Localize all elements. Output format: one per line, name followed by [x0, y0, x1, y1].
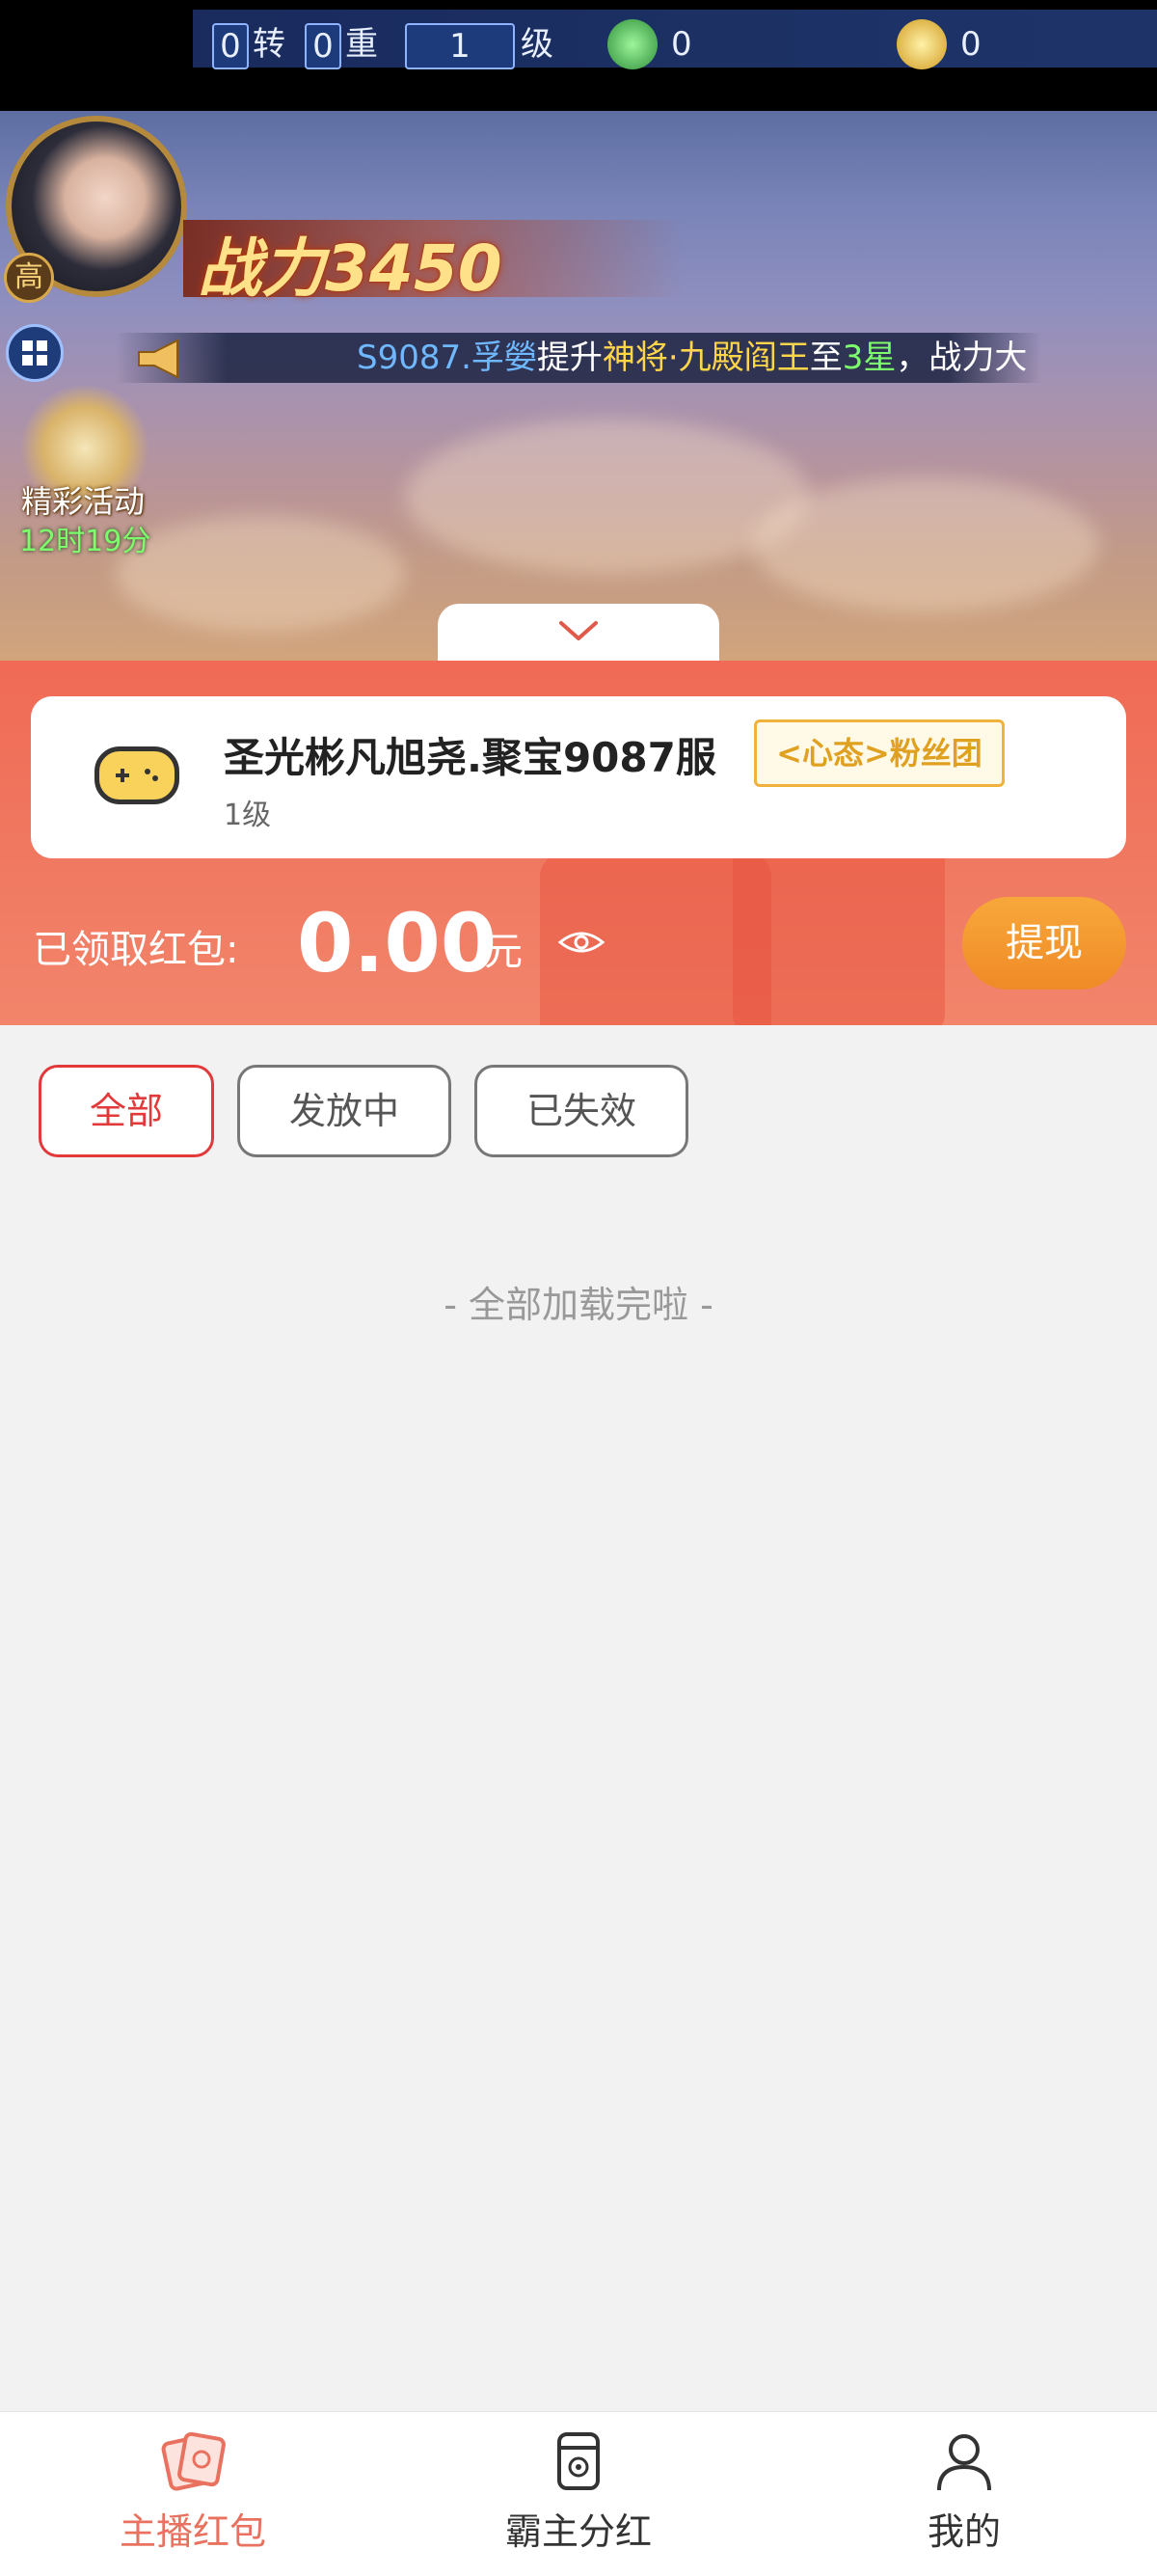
jade-count: 0 — [671, 25, 692, 64]
marquee-text: S9087.孚嫈提升神将·九殿阎王至3星，战力大 — [357, 333, 1027, 383]
nav-label-mine: 我的 — [927, 2510, 1001, 2553]
marquee-tail: ，战力大 — [896, 339, 1028, 377]
gamepad-icon — [94, 746, 179, 804]
gold-count: 0 — [960, 25, 982, 64]
received-amount: 0.00 — [297, 896, 498, 990]
rank-badge: 高 — [4, 253, 54, 303]
nav-item-dividend[interactable]: 霸主分红 — [434, 2430, 723, 2555]
marquee-stars: 3星 — [842, 339, 897, 377]
nav-label-dividend: 霸主分红 — [504, 2510, 652, 2553]
activity-label[interactable]: 精彩活动 — [21, 477, 145, 522]
marquee-item: 神将·九殿阎王 — [602, 339, 810, 377]
tab-expired[interactable]: 已失效 — [474, 1065, 688, 1157]
user-icon — [937, 2434, 991, 2491]
rebirth-label: 转 — [253, 25, 285, 64]
withdraw-button[interactable]: 提现 — [962, 897, 1126, 990]
nav-item-mine[interactable]: 我的 — [820, 2430, 1109, 2555]
marquee-server: S9087. — [357, 339, 471, 377]
megaphone-icon — [138, 339, 178, 379]
gold-ingot-icon[interactable] — [897, 19, 947, 69]
marquee-player: 孚嫈 — [471, 339, 537, 377]
currency-unit: 元 — [484, 930, 523, 974]
red-packet-icon — [161, 2431, 226, 2491]
server-level: 1级 — [224, 799, 272, 832]
marquee-to: 至 — [809, 339, 843, 377]
combat-power: 战力3450 — [198, 231, 502, 306]
server-name: 圣光彬凡旭尧.聚宝9087服 — [224, 734, 716, 781]
cloud-decoration — [116, 516, 405, 632]
cloud-decoration — [405, 420, 810, 574]
cloud-decoration — [752, 477, 1099, 612]
grid-icon — [22, 340, 47, 366]
marquee-action: 提升 — [536, 339, 603, 377]
nav-item-red-packet[interactable]: 主播红包 — [48, 2430, 337, 2555]
tab-issuing[interactable]: 发放中 — [237, 1065, 451, 1157]
received-label: 已领取红包: — [33, 928, 239, 972]
tab-all[interactable]: 全部 — [39, 1065, 214, 1157]
gamepad-glyph — [116, 769, 158, 782]
collapse-toggle[interactable] — [438, 604, 719, 664]
eye-icon[interactable] — [557, 928, 605, 957]
list-end-text: - 全部加载完啦 - — [444, 1284, 713, 1326]
jade-currency-icon[interactable] — [607, 19, 658, 69]
eye-glyph — [557, 932, 605, 953]
grid-menu-button[interactable] — [6, 324, 64, 382]
level-value: 1 — [405, 23, 515, 69]
chevron-down-icon — [559, 621, 598, 640]
stage-label: 重 — [345, 25, 378, 64]
fan-group-tag[interactable]: <心态>粉丝团 — [754, 719, 1005, 787]
level-label: 级 — [521, 25, 553, 64]
nav-label-red-packet: 主播红包 — [119, 2510, 266, 2553]
stage-count: 0 — [305, 23, 341, 69]
game-hud-bar: 0 转 0 重 1 级 0 0 — [193, 10, 1157, 69]
announcement-marquee: S9087.孚嫈提升神将·九殿阎王至3星，战力大 — [116, 333, 1041, 383]
dividend-icon — [557, 2432, 600, 2490]
rebirth-count: 0 — [212, 23, 249, 69]
activity-timer: 12时19分 — [19, 525, 151, 558]
